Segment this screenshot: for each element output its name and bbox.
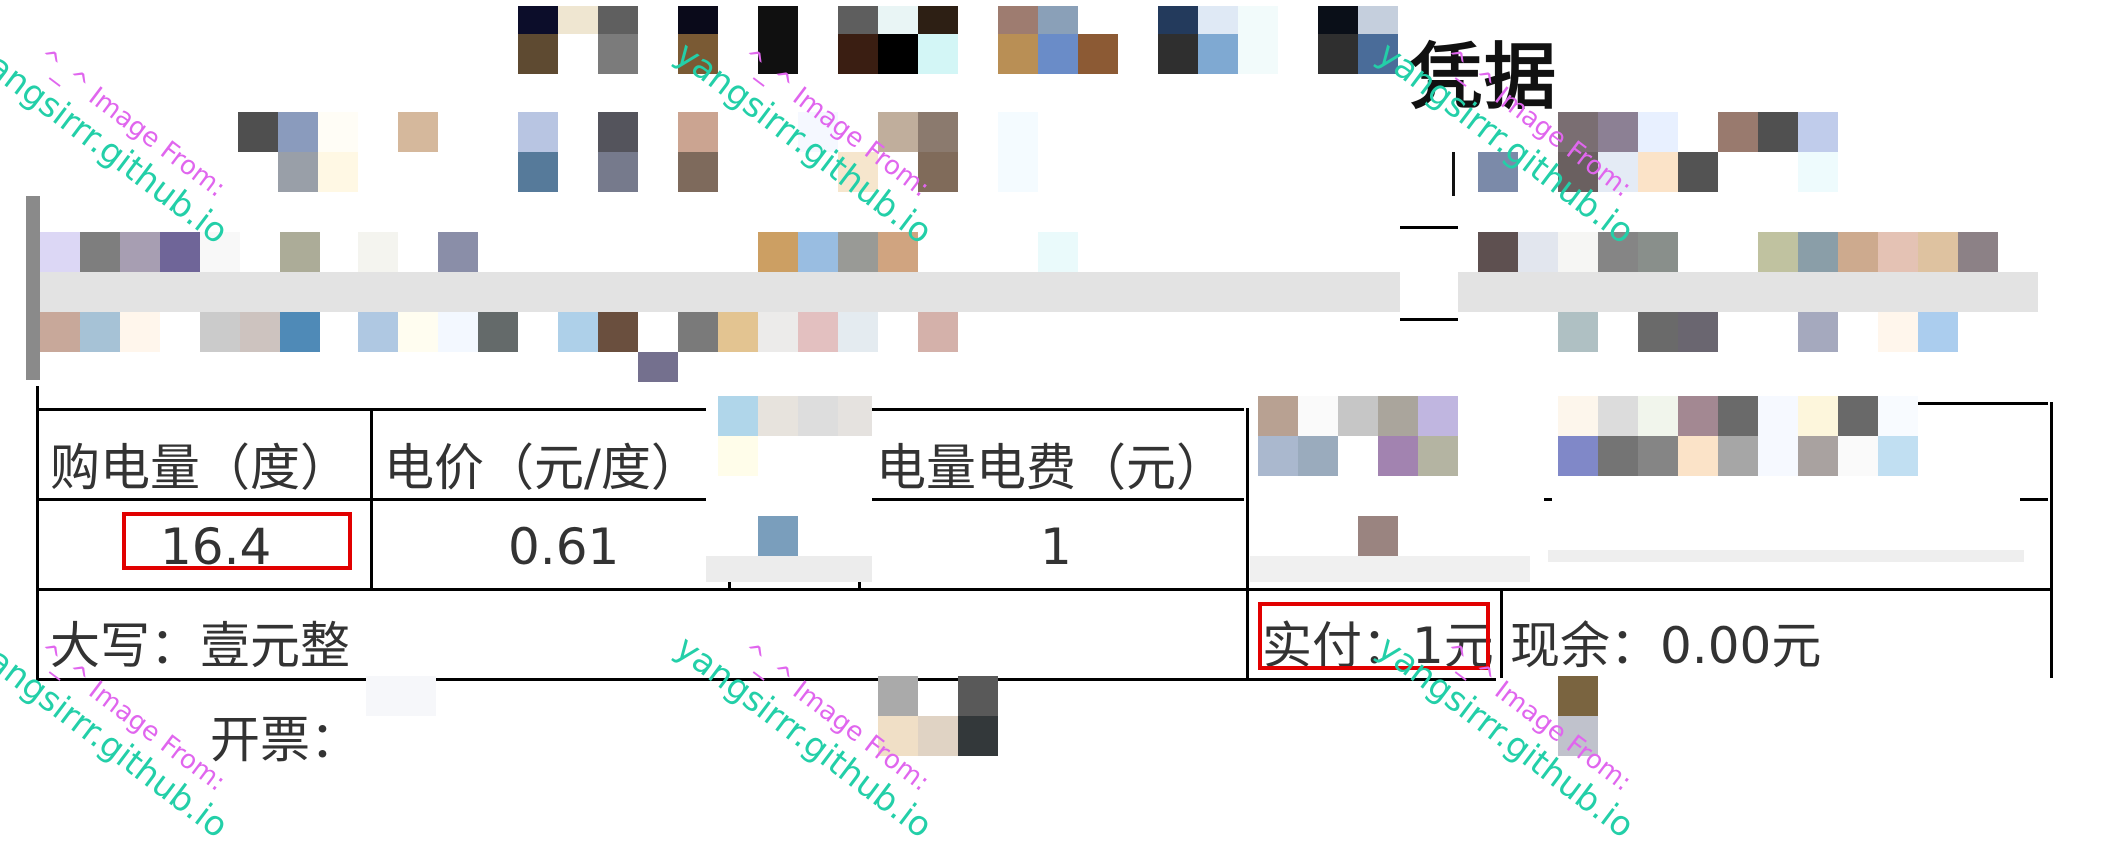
header-energy-fee: 电量电费（元） — [876, 439, 1226, 497]
watermark-line1: ^_^ Image From: — [31, 42, 231, 204]
amount-in-words: 大写：壹元整 — [50, 617, 350, 675]
highlight-box-paid — [1258, 602, 1490, 670]
invoice-label: 开票： — [210, 711, 360, 769]
header-unit-price: 电价（元/度） — [384, 439, 701, 497]
balance-amount: 现余：0.00元 — [1510, 617, 1822, 675]
value-unit-price: 0.61 — [508, 518, 620, 576]
value-energy-fee: 1 — [1040, 518, 1072, 576]
highlight-box-kwh — [122, 512, 352, 570]
left-edge-strip — [26, 196, 40, 380]
header-purchased-kwh: 购电量（度） — [50, 439, 350, 497]
document-title-fragment: 凭据 — [1410, 35, 1559, 119]
